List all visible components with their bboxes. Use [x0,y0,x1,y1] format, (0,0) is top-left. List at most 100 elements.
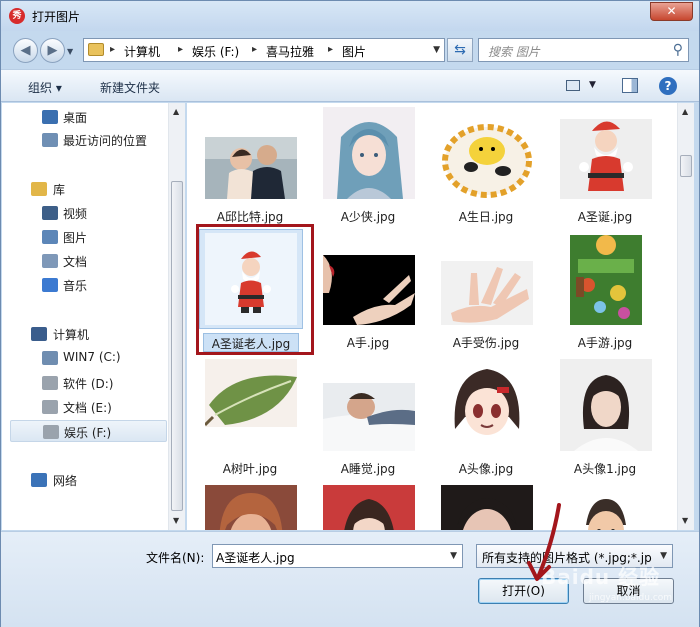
sidebar-item-label: 视频 [63,207,88,221]
sidebar-item-label: 文档 (E:) [63,401,112,415]
file-tile[interactable]: A睡觉.jpg [313,359,423,477]
sidebar-item-label: 计算机 [53,328,90,342]
photo-injured-hand-icon [441,233,533,325]
sidebar-item[interactable]: 音乐 [2,274,167,296]
refresh-button[interactable]: ⇆ [447,38,473,62]
sidebar-item[interactable]: WIN7 (C:) [2,347,167,369]
address-history-dropdown-icon[interactable]: ▼ [433,45,440,55]
network-icon [31,473,47,487]
file-name-label: A头像1.jpg [573,462,637,476]
breadcrumb-separator[interactable]: ▸ [328,44,333,55]
file-tile[interactable]: A头像.jpg [431,359,541,477]
sidebar-item-label: 图片 [63,231,88,245]
address-bar[interactable]: ▸ 计算机 ▸ 娱乐 (F:) ▸ 喜马拉雅 ▸ 图片 ▼ [83,38,445,62]
drive-icon [42,376,58,390]
file-tile[interactable] [313,485,423,530]
file-tile[interactable]: A手游.jpg [550,233,660,351]
sidebar-item[interactable]: 软件 (D:) [2,372,167,394]
help-icon[interactable]: ? [659,77,677,95]
forward-button[interactable]: ▶ [40,38,65,63]
search-icon[interactable]: ⚲ [673,42,683,58]
new-folder-button[interactable]: 新建文件夹 [100,79,160,96]
file-tile[interactable]: A手受伤.jpg [431,233,541,351]
file-name-label: A头像.jpg [458,462,514,476]
file-tile[interactable]: A手.jpg [313,233,423,351]
preview-pane-icon[interactable] [622,78,638,93]
sidebar-item[interactable]: 库 [2,178,167,200]
scroll-down-arrow-icon[interactable]: ▼ [682,516,688,525]
breadcrumb-separator[interactable]: ▸ [178,44,183,55]
change-view-icon[interactable] [566,80,580,91]
sidebar-item-label: 文档 [63,255,88,269]
system-drive-icon [42,351,58,365]
annotation-arrow-icon [527,503,561,581]
photo-couple-icon [205,107,297,199]
sidebar-item[interactable]: 桌面 [2,106,167,128]
breadcrumb-himalaya[interactable]: 喜马拉雅 [266,43,314,60]
sidebar-item-label: 桌面 [63,111,88,125]
photo-doll-icon [205,485,297,530]
recent-pages-dropdown-icon[interactable]: ▼ [67,47,73,56]
sidebar-item-label: 最近访问的位置 [63,134,148,148]
sidebar-item[interactable]: 娱乐 (F:) [10,420,167,442]
view-options-dropdown-icon[interactable]: ▼ [589,80,596,90]
sidebar-item[interactable]: 最近访问的位置 [2,129,167,151]
sidebar-item[interactable]: 计算机 [2,323,167,345]
navigation-scrollbar[interactable]: ▲ ▼ [168,103,185,530]
breadcrumb-drive-f[interactable]: 娱乐 (F:) [192,43,239,60]
sidebar-item[interactable]: 视频 [2,202,167,224]
video-icon [42,206,58,220]
photo-mobile-game-icon [560,233,652,325]
file-tile[interactable]: A树叶.jpg [195,359,305,477]
refresh-icon: ⇆ [454,42,466,58]
sidebar-item-label: 软件 (D:) [63,377,114,391]
close-button[interactable]: ✕ [650,2,693,21]
file-tile[interactable]: A少侠.jpg [313,107,423,225]
sidebar-item-label: 音乐 [63,279,88,293]
file-tile[interactable]: A生日.jpg [431,107,541,225]
sidebar-item-label: 娱乐 (F:) [64,426,112,440]
scroll-up-arrow-icon[interactable]: ▲ [173,107,179,116]
search-placeholder: 搜索 图片 [488,45,540,59]
sidebar-item[interactable]: 文档 (E:) [2,396,167,418]
file-tile[interactable]: A圣诞.jpg [550,107,660,225]
scroll-down-arrow-icon[interactable]: ▼ [173,516,179,525]
photo-woman-icon [323,485,415,530]
file-tile[interactable] [195,485,305,530]
file-list-scrollbar[interactable]: ▲ ▼ [677,103,694,530]
file-name-label: A手游.jpg [577,336,633,350]
desktop-icon [42,110,58,124]
breadcrumb-computer[interactable]: 计算机 [124,43,160,60]
scroll-up-arrow-icon[interactable]: ▲ [682,107,688,116]
photo-santa-icon [560,107,652,199]
breadcrumb-separator[interactable]: ▸ [110,44,115,55]
sidebar-item[interactable]: 图片 [2,226,167,248]
photo-birthday-cake-icon [441,107,533,199]
open-image-dialog: 秀 打开图片 ✕ ◀ ▶ ▼ ▸ 计算机 ▸ 娱乐 (F:) ▸ 喜马拉雅 ▸ … [0,0,700,627]
selection-annotation-box [196,224,314,355]
back-button[interactable]: ◀ [13,38,38,63]
sidebar-item-label: 网络 [53,474,78,488]
window-title: 打开图片 [32,10,81,24]
filename-history-dropdown-icon[interactable]: ▼ [450,551,457,561]
photo-anime-avatar-icon [441,359,533,451]
sidebar-item[interactable]: 网络 [2,469,167,491]
file-name-label: A手受伤.jpg [452,336,520,350]
navigation-scroll-thumb[interactable] [171,181,183,511]
breadcrumb-pictures[interactable]: 图片 [342,43,366,60]
organize-menu-button[interactable]: 组织 ▾ [28,79,62,96]
sidebar-item[interactable]: 文档 [2,250,167,272]
file-tile[interactable]: A头像1.jpg [550,359,660,477]
photo-hand-icon [323,233,415,325]
filename-label: 文件名(N): [146,551,205,565]
file-tile[interactable]: A邱比特.jpg [195,107,305,225]
music-icon [42,278,58,292]
breadcrumb-separator[interactable]: ▸ [252,44,257,55]
file-list-scroll-thumb[interactable] [680,155,692,177]
photo-sleeping-icon [323,359,415,451]
search-input[interactable]: 搜索 图片 ⚲ [478,38,689,62]
filename-input[interactable]: A圣诞老人.jpg ▼ [212,544,463,568]
chevron-down-icon[interactable]: ▼ [660,551,667,561]
title-bar[interactable]: 秀 打开图片 ✕ [1,1,699,31]
file-name-label: A树叶.jpg [222,462,278,476]
